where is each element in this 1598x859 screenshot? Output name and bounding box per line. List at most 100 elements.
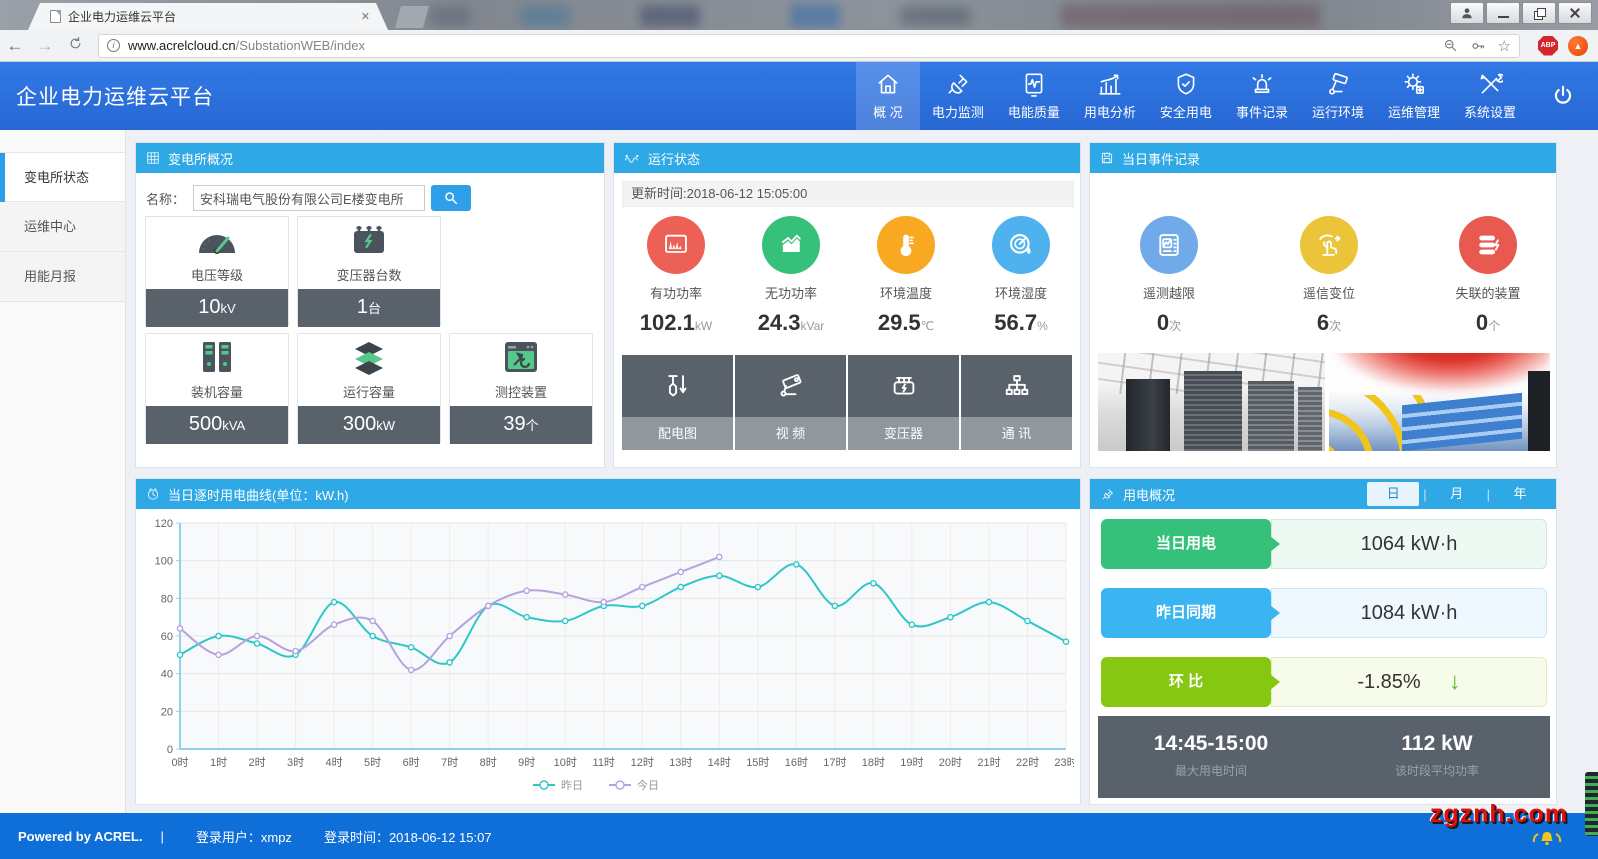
sidebar-item-substation-status[interactable]: 变电所状态: [0, 152, 125, 202]
peak-time-label: 最大用电时间: [1098, 762, 1324, 779]
window-titlebar: 企业电力运维云平台 ✕: [0, 0, 1598, 30]
app-title: 企业电力运维云平台: [16, 81, 214, 111]
nav-item-environment[interactable]: 运行环境: [1300, 62, 1376, 130]
svg-text:20: 20: [161, 706, 173, 718]
event-signal-change: 遥信变位 6次: [1271, 216, 1387, 336]
svg-text:8时: 8时: [480, 756, 497, 769]
tile-measuring-devices: 测控装置 39个: [449, 333, 593, 443]
thermometer-icon: [877, 216, 935, 274]
nav-item-safe-power[interactable]: 安全用电: [1148, 62, 1224, 130]
svg-text:11时: 11时: [593, 756, 615, 769]
panel-title: 运行状态: [648, 149, 700, 168]
restore-button[interactable]: [1522, 2, 1556, 24]
reload-button[interactable]: [60, 36, 90, 56]
svg-text:20时: 20时: [939, 756, 962, 769]
tab-day[interactable]: 日: [1367, 482, 1419, 506]
svg-text:7时: 7时: [441, 756, 458, 769]
hourly-usage-chart-panel: 当日逐时用电曲线(单位：kW.h) 0204060801001200时1时2时3…: [135, 478, 1081, 805]
row-ring-ratio: 环 比 -1.85%↓: [1101, 657, 1547, 707]
zoom-icon[interactable]: [1443, 38, 1458, 53]
transformer-box-icon: [848, 355, 959, 417]
app-footer: Powered by ACREL. | 登录用户：xmpz 登录时间：2018-…: [0, 813, 1598, 859]
svg-text:0: 0: [167, 744, 173, 756]
svg-text:1时: 1时: [210, 756, 227, 769]
svg-text:40: 40: [161, 669, 173, 681]
substation-overview-panel: 变电所概况 名称： 电压等级 10kV 变压器台数 1台 装机容量 500kVA…: [135, 142, 605, 468]
metric-reactive-power: 无功功率 24.3kVar: [733, 216, 849, 336]
layers-icon: [298, 340, 440, 376]
svg-text:13时: 13时: [669, 756, 692, 769]
page-info-icon[interactable]: i: [107, 39, 120, 52]
peak-time: 14:45-15:00: [1098, 732, 1324, 756]
plug-icon: [945, 71, 971, 97]
password-key-icon[interactable]: [1470, 38, 1486, 54]
usage-overview-panel: 用电概况 日 | 月 | 年 当日用电 1064 kW·h 昨日同期 1084 …: [1089, 478, 1557, 805]
network-tree-icon: [961, 355, 1072, 417]
close-button[interactable]: [1558, 2, 1592, 24]
search-icon: [443, 190, 459, 206]
siren-icon: [1249, 71, 1275, 97]
power-icon: [1550, 83, 1576, 109]
extension-icon[interactable]: ▲: [1568, 36, 1588, 56]
new-tab-button[interactable]: [395, 6, 429, 28]
panel-header: 运行状态: [614, 143, 1080, 173]
device-window-icon: [450, 340, 592, 374]
button-transformer[interactable]: 变压器: [848, 355, 959, 450]
svg-text:17时: 17时: [823, 756, 846, 769]
tile-transformer-count: 变压器台数 1台: [297, 216, 441, 326]
minimize-button[interactable]: [1486, 2, 1520, 24]
chart-svg: 0204060801001200时1时2时3时4时5时6时7时8时9时10时11…: [144, 515, 1074, 797]
bookmark-star-icon[interactable]: ☆: [1498, 37, 1511, 55]
url-domain: www.acrelcloud.cn: [128, 38, 236, 53]
address-bar[interactable]: i www.acrelcloud.cn/SubstationWEB/index …: [98, 34, 1520, 58]
nav-item-overview[interactable]: 概 况: [856, 62, 920, 130]
powered-by: Powered by ACREL.: [18, 829, 142, 844]
svg-text:80: 80: [161, 593, 173, 605]
panel-title: 变电所概况: [168, 149, 233, 168]
save-icon: [1100, 151, 1114, 165]
nav-item-system-settings[interactable]: 系统设置: [1452, 62, 1528, 130]
search-button[interactable]: [431, 185, 471, 211]
page-favicon: [50, 10, 61, 23]
tab-close-icon[interactable]: ✕: [361, 10, 370, 23]
line-chart[interactable]: 0204060801001200时1时2时3时4时5时6时7时8时9时10时11…: [144, 515, 1074, 802]
button-video[interactable]: 视 频: [735, 355, 846, 450]
sidebar-item-ops-center[interactable]: 运维中心: [0, 202, 125, 252]
tab-month[interactable]: 月: [1431, 482, 1483, 506]
logout-power-button[interactable]: [1528, 62, 1598, 130]
adblock-extension-icon[interactable]: ABP: [1538, 36, 1558, 56]
sidebar-item-energy-report[interactable]: 用能月报: [0, 252, 125, 302]
back-button[interactable]: ←: [0, 36, 30, 56]
svg-text:120: 120: [155, 518, 173, 530]
svg-text:16时: 16时: [785, 756, 808, 769]
cctv-icon: [1325, 71, 1351, 97]
profile-button[interactable]: [1450, 2, 1484, 24]
substation-name-input[interactable]: [193, 185, 425, 211]
forward-button[interactable]: →: [30, 36, 60, 56]
nav-item-ops-management[interactable]: 运维管理: [1376, 62, 1452, 130]
svg-text:0时: 0时: [171, 756, 188, 769]
svg-text:10时: 10时: [554, 756, 577, 769]
button-communication[interactable]: 通 讯: [961, 355, 1072, 450]
svg-text:14时: 14时: [708, 756, 731, 769]
nav-item-event-log[interactable]: 事件记录: [1224, 62, 1300, 130]
nav-item-usage-analysis[interactable]: 用电分析: [1072, 62, 1148, 130]
svg-text:3时: 3时: [287, 756, 304, 769]
bar-chart-icon: [1097, 71, 1123, 97]
wave-icon: [624, 152, 640, 164]
shield-icon: [1173, 71, 1199, 97]
tab-year[interactable]: 年: [1494, 482, 1546, 506]
nav-item-power-monitor[interactable]: 电力监测: [920, 62, 996, 130]
watermark-bell-icon: [1530, 828, 1564, 855]
tile-installed-capacity: 装机容量 500kVA: [145, 333, 289, 443]
peak-usage-summary: 14:45-15:00 最大用电时间 112 kW 该时段平均功率: [1098, 716, 1550, 798]
nav-item-power-quality[interactable]: 电能质量: [996, 62, 1072, 130]
svg-text:5时: 5时: [364, 756, 381, 769]
search-label: 名称：: [146, 189, 185, 208]
svg-text:今日: 今日: [637, 778, 659, 792]
row-yesterday-usage: 昨日同期 1084 kW·h: [1101, 588, 1547, 638]
offline-server-icon: [1459, 216, 1517, 274]
tile-running-capacity: 运行容量 300kW: [297, 333, 441, 443]
button-distribution-diagram[interactable]: 配电图: [622, 355, 733, 450]
browser-tab[interactable]: 企业电力运维云平台 ✕: [28, 3, 388, 30]
